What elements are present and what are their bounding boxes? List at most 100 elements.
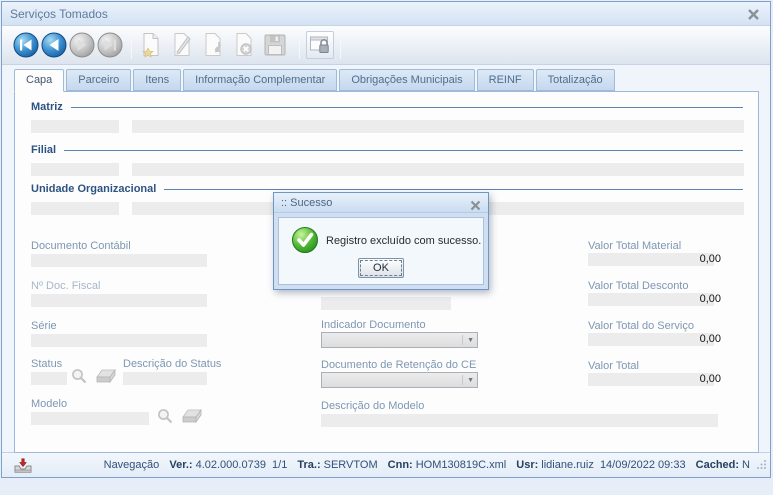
- pencil-on-page-icon: [174, 33, 191, 56]
- ok-button[interactable]: OK: [358, 258, 404, 278]
- tab-strip: Capa Parceiro Itens Informação Complemen…: [14, 69, 615, 92]
- modelo-clear-eraser-icon[interactable]: [181, 408, 203, 429]
- resize-grip[interactable]: [757, 456, 767, 474]
- modelo-lookup-magnifier-icon[interactable]: [157, 408, 174, 430]
- group-label-filial: Filial: [31, 144, 57, 156]
- status-tra-label: Tra.:: [297, 459, 321, 471]
- status-usr-value: lidiane.ruiz: [541, 459, 594, 471]
- success-check-icon: [291, 226, 319, 259]
- middle-hidden-field-input[interactable]: [321, 297, 451, 310]
- valor-total-desconto-value: 0,00: [699, 293, 721, 305]
- tab-reinf[interactable]: REINF: [476, 69, 534, 91]
- tab-capa[interactable]: Capa: [14, 69, 65, 92]
- tab-informacao-complementar[interactable]: Informação Complementar: [183, 69, 338, 91]
- num-doc-fiscal-input[interactable]: [31, 294, 207, 307]
- matriz-name-input[interactable]: [132, 120, 744, 133]
- group-line: [164, 188, 743, 190]
- documento-contabil-input[interactable]: [31, 254, 207, 267]
- num-doc-fiscal-label: Nº Doc. Fiscal: [31, 280, 101, 292]
- first-record-button[interactable]: [13, 32, 39, 58]
- status-ver-label: Ver.:: [169, 459, 193, 471]
- group-line: [70, 106, 743, 108]
- indicador-documento-select[interactable]: ▼: [321, 332, 478, 348]
- serie-label: Série: [31, 320, 57, 332]
- status-label: Status: [31, 358, 63, 370]
- group-label-unidade-organizacional: Unidade Organizacional: [31, 183, 157, 195]
- window-close-icon[interactable]: [747, 8, 760, 21]
- page-with-x-icon: [236, 33, 252, 56]
- toolbar-separator: [131, 31, 132, 59]
- group-line: [64, 149, 743, 151]
- dialog-message: Registro excluído com sucesso.: [326, 235, 482, 247]
- descricao-status-input[interactable]: [123, 372, 207, 385]
- page-with-star-icon: [142, 33, 159, 58]
- filial-code-input[interactable]: [31, 163, 119, 176]
- toolbar-separator: [299, 31, 300, 59]
- serie-input[interactable]: [31, 334, 207, 347]
- status-ver-value: 4.02.000.0739: [195, 459, 266, 471]
- status-cached-label: Cached:: [695, 459, 740, 471]
- documento-retencao-ce-select[interactable]: ▼: [321, 372, 478, 388]
- next-record-button[interactable]: [69, 32, 95, 58]
- valor-total-servico-field[interactable]: 0,00: [588, 330, 721, 347]
- lock-button[interactable]: [306, 31, 334, 59]
- toolbar: [2, 26, 770, 65]
- new-record-button[interactable]: [138, 31, 164, 59]
- tab-itens[interactable]: Itens: [133, 69, 182, 91]
- modelo-input[interactable]: [31, 412, 149, 425]
- status-cached-value: N: [742, 459, 750, 471]
- status-cnn-label: Cnn:: [387, 459, 413, 471]
- status-usr-label: Usr:: [516, 459, 539, 471]
- last-record-button[interactable]: [97, 32, 123, 58]
- status-clear-eraser-icon[interactable]: [95, 368, 117, 389]
- field-background: [588, 333, 714, 346]
- padlock-icon: [310, 36, 329, 53]
- status-page: 1/1: [272, 459, 288, 471]
- dialog-title-bar: :: Sucesso: [274, 193, 488, 213]
- documento-retencao-ce-label: Documento de Retenção do CE: [321, 359, 477, 371]
- valor-total-desconto-field[interactable]: 0,00: [588, 290, 721, 307]
- status-tra-value: SERVTOM: [323, 459, 378, 471]
- title-bar: Serviços Tomados: [2, 2, 770, 26]
- floppy-disk-icon: [264, 34, 286, 56]
- field-background: [588, 293, 714, 306]
- undo-button[interactable]: [200, 31, 226, 59]
- app-window: Serviços Tomados Capa Parceiro Itens Inf…: [1, 1, 771, 478]
- window-title: Serviços Tomados: [10, 7, 108, 21]
- status-text: Navegação Ver.: 4.02.000.0739 1/1 Tra.: SE…: [104, 459, 750, 471]
- tab-obrigacoes-municipais[interactable]: Obrigações Municipais: [339, 69, 475, 91]
- indicador-documento-label: Indicador Documento: [321, 319, 426, 331]
- status-mode: Navegação: [103, 459, 160, 471]
- status-input[interactable]: [31, 372, 67, 385]
- field-background: [588, 253, 714, 266]
- save-button[interactable]: [262, 31, 288, 59]
- modelo-label: Modelo: [31, 398, 68, 410]
- filial-name-input[interactable]: [132, 163, 744, 176]
- valor-total-material-field[interactable]: 0,00: [588, 250, 721, 267]
- valor-total-material-value: 0,00: [699, 253, 721, 265]
- combo-divider: [462, 375, 463, 385]
- descricao-status-label: Descrição do Status: [123, 358, 222, 370]
- dialog-close-icon[interactable]: [470, 198, 481, 211]
- success-dialog: :: Sucesso Registro excluído com sucesso…: [273, 192, 489, 290]
- status-lookup-magnifier-icon[interactable]: [71, 368, 88, 390]
- group-label-matriz: Matriz: [31, 101, 63, 113]
- group-header-matriz: Matriz: [31, 101, 743, 113]
- valor-total-value: 0,00: [699, 373, 721, 385]
- status-datetime: 14/09/2022 09:33: [599, 459, 686, 471]
- unidade-code-input[interactable]: [31, 202, 119, 215]
- field-background: [588, 373, 714, 386]
- edit-record-button[interactable]: [169, 31, 195, 59]
- dialog-title: :: Sucesso: [281, 197, 333, 209]
- tab-totalizacao[interactable]: Totalização: [535, 69, 615, 91]
- valor-total-field[interactable]: 0,00: [588, 370, 721, 387]
- matriz-code-input[interactable]: [31, 120, 119, 133]
- cancel-button[interactable]: [231, 31, 257, 59]
- chevron-down-icon: ▼: [467, 337, 474, 344]
- chevron-down-icon: ▼: [467, 377, 474, 384]
- status-bar: Navegação Ver.: 4.02.000.0739 1/1 Tra.: SE…: [2, 452, 770, 477]
- descricao-modelo-input[interactable]: [321, 414, 718, 427]
- export-tray-icon[interactable]: [13, 458, 33, 479]
- previous-record-button[interactable]: [41, 32, 67, 58]
- tab-parceiro[interactable]: Parceiro: [66, 69, 132, 91]
